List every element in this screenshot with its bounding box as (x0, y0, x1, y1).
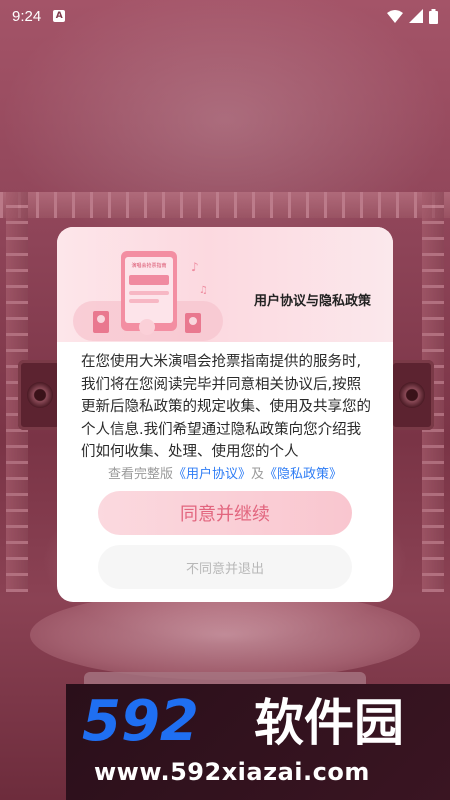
watermark-url: www.592xiazai.com (94, 758, 370, 786)
user-agreement-link[interactable]: 《用户协议》 (173, 467, 251, 482)
dialog-body-text[interactable]: 在您使用大米演唱会抢票指南提供的服务时,我们将在您阅读完毕并同意相关协议后,按照… (81, 351, 373, 463)
dialog-header: 演唱会抢票指南 ♪ ♫ 用户协议与隐私政策 (57, 227, 393, 342)
speaker-right (390, 360, 434, 430)
status-time: 9:24 (12, 7, 42, 25)
stage-truss (0, 192, 450, 218)
concert-phone-illustration: 演唱会抢票指南 ♪ ♫ (73, 251, 223, 341)
wifi-icon (387, 9, 403, 23)
battery-icon (429, 8, 438, 24)
privacy-dialog: 演唱会抢票指南 ♪ ♫ 用户协议与隐私政策 在您使用大米演唱会抢票指南提供的服务… (57, 227, 393, 602)
signal-icon (409, 9, 423, 23)
svg-text:♪: ♪ (191, 260, 199, 274)
status-icons (387, 8, 438, 24)
privacy-policy-link[interactable]: 《隐私政策》 (264, 467, 342, 482)
svg-text:♫: ♫ (199, 285, 208, 296)
disagree-exit-button[interactable]: 不同意并退出 (98, 545, 352, 589)
illustration-sign: 演唱会抢票指南 (131, 262, 166, 269)
links-prefix: 查看完整版 (107, 467, 173, 482)
watermark-logo: 592 软件园 (82, 690, 404, 750)
dialog-title: 用户协议与隐私政策 (253, 293, 371, 308)
watermark: 592 软件园 www.592xiazai.com (66, 684, 450, 800)
agree-continue-button[interactable]: 同意并继续 (98, 491, 352, 535)
stage-floor (30, 590, 420, 680)
watermark-logo-number: 592 (82, 690, 199, 750)
speaker-left (18, 360, 62, 430)
status-bar: 9:24 A (0, 0, 450, 32)
links-joiner: 及 (251, 467, 265, 482)
agreement-links-line: 查看完整版《用户协议》及《隐私政策》 (57, 463, 393, 482)
notification-a-icon: A (53, 10, 66, 22)
watermark-logo-text: 软件园 (254, 694, 404, 750)
